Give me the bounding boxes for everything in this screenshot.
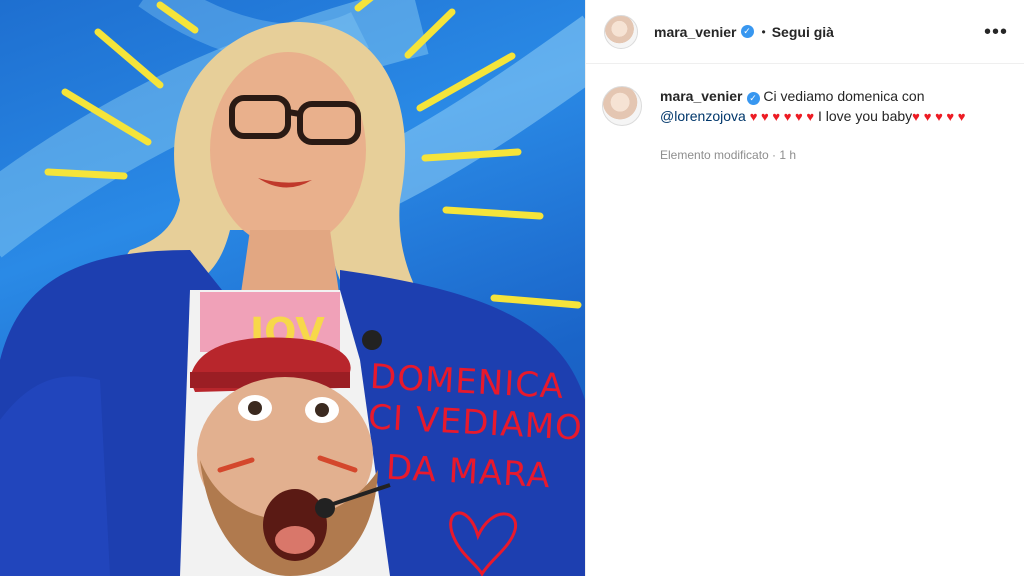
post-side-panel: mara_venier ✓ • Segui già ••• mara_venie… — [585, 0, 1024, 576]
caption-avatar[interactable] — [602, 86, 642, 126]
more-options-icon[interactable]: ••• — [984, 22, 1008, 42]
verified-badge-icon: ✓ — [740, 25, 754, 38]
heart-emoji-row-1: ♥ ♥ ♥ ♥ ♥ ♥ — [749, 109, 815, 124]
mention-link[interactable]: @lorenzojova — [660, 108, 746, 124]
caption-text-mid: I love you baby — [817, 108, 913, 124]
edited-timestamp: Elemento modificato · 1 h — [660, 148, 797, 162]
author-username[interactable]: mara_venier — [654, 24, 737, 40]
heart-emoji-row-2: ♥ ♥ ♥ ♥ — [923, 109, 966, 124]
header-separator: • — [761, 24, 766, 39]
caption-verified-badge-icon: ✓ — [746, 92, 760, 105]
author-avatar[interactable] — [604, 14, 638, 49]
post-caption: mara_venier ✓ Ci vediamo domenica con @lo… — [586, 64, 1024, 165]
following-button[interactable]: Segui già — [772, 24, 834, 40]
caption-body: mara_venier ✓ Ci vediamo domenica con @lo… — [660, 86, 1000, 165]
caption-username[interactable]: mara_venier — [660, 88, 743, 104]
heart-emoji-single: ♥ — [912, 109, 920, 124]
post-image[interactable]: JOV DOMENICA CI VEDIAMO DA MARA — [0, 0, 585, 576]
post-header: mara_venier ✓ • Segui già ••• — [586, 0, 1024, 64]
caption-text-start: Ci vediamo domenica con — [763, 88, 925, 104]
post-photo-illustration: JOV — [0, 0, 585, 576]
